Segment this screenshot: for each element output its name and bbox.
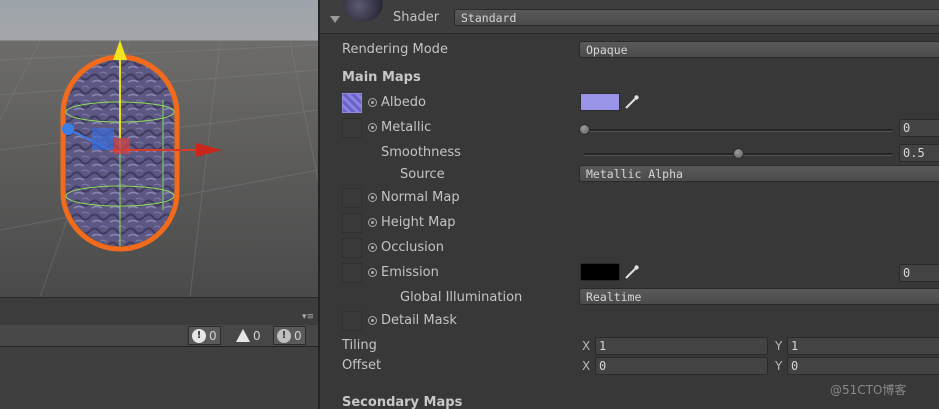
message-count: 0: [294, 328, 302, 343]
occlusion-texture-slot[interactable]: [342, 238, 362, 258]
metallic-object-picker-icon[interactable]: [368, 123, 377, 132]
metallic-slider[interactable]: [584, 129, 892, 132]
emission-texture-slot[interactable]: [342, 263, 362, 283]
albedo-object-picker-icon[interactable]: [368, 98, 377, 107]
occlusion-label: Occlusion: [381, 240, 444, 255]
tiling-y-label: Y: [775, 339, 783, 353]
emission-color-swatch[interactable]: [580, 263, 620, 281]
message-count-toggle[interactable]: ! 0: [273, 326, 306, 345]
occlusion-object-picker-icon[interactable]: [368, 243, 377, 252]
error-count-toggle[interactable]: ! 0: [188, 326, 221, 345]
albedo-color-swatch[interactable]: [580, 93, 620, 111]
eyedropper-icon[interactable]: [624, 94, 640, 110]
shader-header: Shader Standard: [320, 0, 939, 34]
tiling-x-label: X: [582, 339, 591, 353]
shader-dropdown[interactable]: Standard: [454, 9, 939, 26]
detail-mask-object-picker-icon[interactable]: [368, 316, 377, 325]
offset-x-field[interactable]: 0: [595, 357, 768, 375]
error-icon: !: [192, 328, 206, 343]
metallic-slider-thumb[interactable]: [578, 124, 590, 135]
height-map-object-picker-icon[interactable]: [368, 218, 377, 227]
source-dropdown[interactable]: Metallic Alpha: [579, 165, 939, 182]
detail-mask-label: Detail Mask: [381, 313, 457, 328]
rendering-mode-dropdown[interactable]: Opaque: [579, 41, 939, 58]
material-preview-icon: [343, 0, 383, 22]
height-map-label: Height Map: [381, 215, 456, 230]
offset-label: Offset: [342, 358, 382, 373]
emission-label: Emission: [381, 265, 439, 280]
albedo-texture-slot[interactable]: [342, 93, 362, 113]
tiling-x-field[interactable]: 1: [595, 337, 768, 355]
normal-map-label: Normal Map: [381, 190, 460, 205]
metallic-label: Metallic: [381, 120, 432, 135]
height-map-texture-slot[interactable]: [342, 213, 362, 233]
emission-value-field[interactable]: 0: [899, 264, 939, 282]
console-toolbar: ! 0 0 ! 0: [0, 325, 318, 347]
watermark: @51CTO博客: [830, 383, 907, 397]
z-axis-handle: [62, 123, 74, 135]
smoothness-value-field[interactable]: 0.5: [899, 144, 939, 162]
warning-count: 0: [253, 328, 261, 343]
metallic-texture-slot[interactable]: [342, 118, 362, 138]
metallic-value-field[interactable]: 0: [899, 119, 939, 137]
tiling-y-field[interactable]: 1: [787, 337, 939, 355]
smoothness-slider-thumb[interactable]: [732, 148, 744, 159]
console-log-area[interactable]: [0, 347, 318, 409]
x-axis-handle: [196, 143, 222, 157]
y-axis-handle: [113, 40, 127, 60]
source-label: Source: [400, 167, 445, 182]
emission-object-picker-icon[interactable]: [368, 268, 377, 277]
scene-viewport[interactable]: [0, 0, 318, 297]
tiling-label: Tiling: [342, 338, 377, 353]
secondary-maps-heading: Secondary Maps: [342, 395, 463, 409]
normal-map-texture-slot[interactable]: [342, 188, 362, 208]
error-count: 0: [209, 328, 217, 343]
main-maps-heading: Main Maps: [342, 70, 421, 85]
rendering-mode-label: Rendering Mode: [342, 42, 448, 57]
warning-icon: [236, 329, 250, 342]
console-tab-bar: ▾≡: [0, 297, 318, 325]
foldout-arrow-icon[interactable]: [330, 16, 340, 23]
console-menu-icon[interactable]: ▾≡: [302, 312, 314, 322]
detail-mask-texture-slot[interactable]: [342, 311, 362, 331]
message-icon: !: [277, 328, 291, 343]
warning-count-toggle[interactable]: 0: [233, 326, 264, 345]
albedo-label: Albedo: [381, 95, 426, 110]
global-illumination-label: Global Illumination: [400, 290, 523, 305]
offset-y-field[interactable]: 0: [787, 357, 939, 375]
scene-view[interactable]: [0, 0, 318, 297]
global-illumination-dropdown[interactable]: Realtime: [579, 288, 939, 305]
normal-map-object-picker-icon[interactable]: [368, 193, 377, 202]
eyedropper-icon[interactable]: [624, 264, 640, 280]
offset-y-label: Y: [775, 359, 783, 373]
shader-label: Shader: [393, 10, 440, 25]
material-inspector: Shader Standard Rendering Mode Opaque Ma…: [318, 0, 939, 409]
offset-x-label: X: [582, 359, 591, 373]
smoothness-label: Smoothness: [381, 145, 461, 160]
